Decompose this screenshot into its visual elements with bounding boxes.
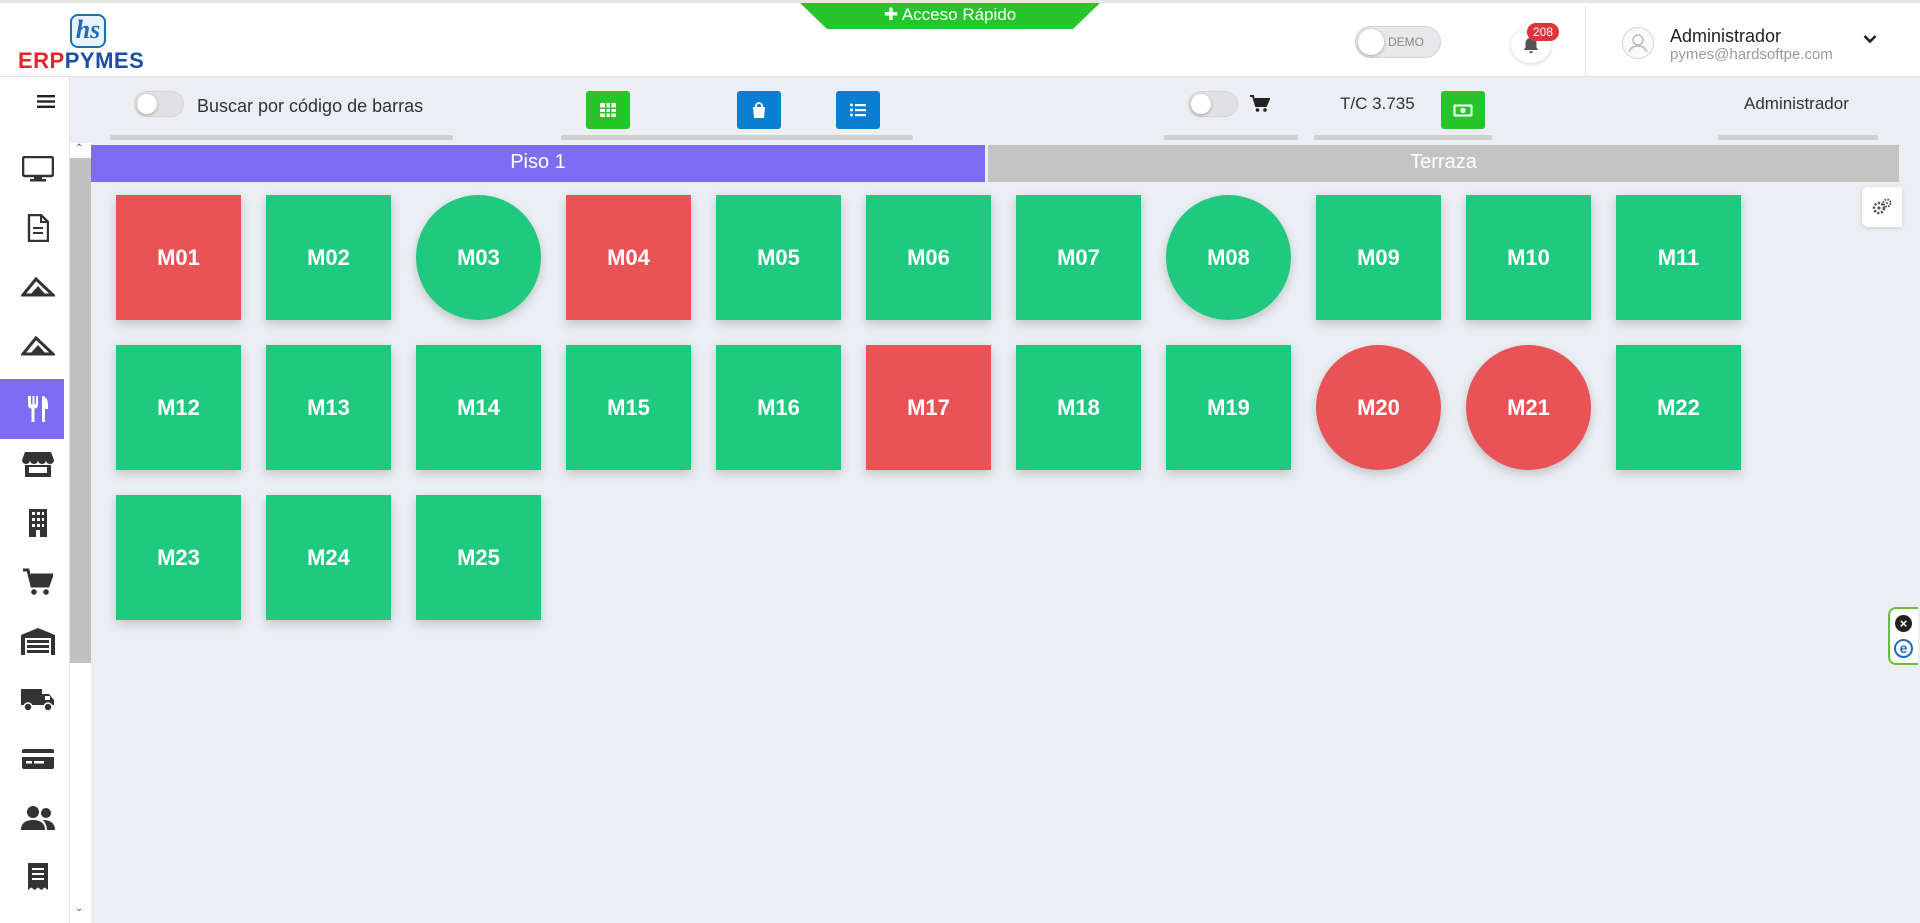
close-circle-icon[interactable]: × (1895, 615, 1912, 632)
sidebar (0, 77, 70, 923)
demo-toggle-label: DEMO (1388, 35, 1424, 49)
demo-toggle-knob (1358, 29, 1384, 55)
tab-piso-1[interactable]: Piso 1 (91, 145, 985, 182)
table-m12[interactable]: M12 (116, 345, 241, 470)
barcode-underline (110, 135, 453, 140)
barcode-search-label: Buscar por código de barras (197, 96, 424, 116)
table-m13[interactable]: M13 (266, 345, 391, 470)
header-divider (1585, 6, 1586, 79)
user-avatar-icon (1628, 34, 1648, 53)
table-m16[interactable]: M16 (716, 345, 841, 470)
logo-wordmark: ERPPYMES (18, 48, 144, 74)
table-m10[interactable]: M10 (1466, 195, 1591, 320)
table-m23[interactable]: M23 (116, 495, 241, 620)
chevron-down-icon[interactable] (1863, 34, 1877, 44)
document-icon[interactable] (20, 211, 56, 245)
logo-hs-mark: hs (70, 14, 106, 48)
logo-pymes-text: PYMES (64, 48, 145, 73)
takeaway-bag-button[interactable] (737, 91, 781, 129)
table-m20[interactable]: M20 (1316, 345, 1441, 470)
sidebar-scrollbar[interactable]: ⌃ ⌄ (70, 143, 91, 923)
table-m22[interactable]: M22 (1616, 345, 1741, 470)
logo-erp-text: ERP (18, 48, 65, 73)
table-m19[interactable]: M19 (1166, 345, 1291, 470)
sales-icon[interactable] (20, 270, 56, 304)
notification-count-badge: 208 (1527, 23, 1559, 41)
toggle-knob (137, 94, 157, 114)
table-m11[interactable]: M11 (1616, 195, 1741, 320)
scroll-down-arrow-icon[interactable]: ⌄ (75, 903, 83, 914)
user-avatar[interactable] (1622, 27, 1654, 59)
table-m07[interactable]: M07 (1016, 195, 1141, 320)
table-grid-icon (600, 103, 616, 117)
shopping-bag-icon (753, 102, 765, 118)
user-underline (1718, 135, 1878, 140)
list-view-button[interactable] (836, 91, 880, 129)
users-icon[interactable] (20, 801, 56, 835)
table-m01[interactable]: M01 (116, 195, 241, 320)
table-m09[interactable]: M09 (1316, 195, 1441, 320)
scrollbar-thumb[interactable] (70, 158, 91, 663)
receipt-icon[interactable] (20, 860, 56, 894)
table-m17[interactable]: M17 (866, 345, 991, 470)
table-m08[interactable]: M08 (1166, 195, 1291, 320)
erppymes-logo[interactable]: hs ERPPYMES (18, 12, 163, 74)
settings-button[interactable] (1862, 187, 1902, 227)
demo-toggle[interactable]: DEMO (1355, 26, 1441, 58)
money-bill-icon (1453, 104, 1473, 116)
table-m05[interactable]: M05 (716, 195, 841, 320)
cart-icon (1250, 95, 1270, 112)
table-m21[interactable]: M21 (1466, 345, 1591, 470)
restaurant-icon[interactable] (20, 392, 56, 426)
table-m03[interactable]: M03 (416, 195, 541, 320)
exchange-rate-label: T/C 3.735 (1340, 94, 1415, 113)
barcode-search-toggle[interactable] (134, 91, 184, 117)
building-icon[interactable] (20, 506, 56, 540)
top-header: hs ERPPYMES ✚ Acceso Rápido DEMO 208 Adm… (0, 0, 1920, 79)
cart-mode-toggle[interactable] (1188, 91, 1238, 117)
warehouse-icon[interactable] (20, 624, 56, 658)
floating-side-widget: × e (1888, 607, 1918, 665)
hamburger-menu-icon[interactable] (37, 94, 55, 109)
cash-register-button[interactable] (1441, 91, 1485, 129)
store-icon[interactable] (20, 447, 56, 481)
table-m25[interactable]: M25 (416, 495, 541, 620)
purchases-icon[interactable] (20, 329, 56, 363)
gears-icon (1872, 198, 1892, 215)
view-buttons-underline (561, 135, 913, 140)
toggle-knob (1191, 94, 1211, 114)
table-m18[interactable]: M18 (1016, 345, 1141, 470)
card-icon[interactable] (20, 742, 56, 776)
user-name[interactable]: Administrador (1670, 26, 1781, 47)
table-m24[interactable]: M24 (266, 495, 391, 620)
toolbar-user-label: Administrador (1744, 94, 1849, 113)
table-m15[interactable]: M15 (566, 345, 691, 470)
cart-underline (1164, 135, 1298, 140)
tab-terraza[interactable]: Terraza (988, 145, 1899, 182)
quick-access-button[interactable]: ✚ Acceso Rápido (800, 3, 1100, 29)
table-m14[interactable]: M14 (416, 345, 541, 470)
exchange-underline (1314, 135, 1492, 140)
grid-view-button[interactable] (586, 91, 630, 129)
truck-icon[interactable] (20, 683, 56, 717)
user-email: pymes@hardsoftpe.com (1670, 46, 1833, 63)
cart-icon[interactable] (20, 565, 56, 599)
desktop-icon[interactable] (20, 152, 56, 186)
e-circle-icon[interactable]: e (1894, 639, 1913, 658)
table-m02[interactable]: M02 (266, 195, 391, 320)
table-m06[interactable]: M06 (866, 195, 991, 320)
list-icon (850, 103, 866, 117)
scroll-up-arrow-icon[interactable]: ⌃ (75, 143, 83, 154)
table-m04[interactable]: M04 (566, 195, 691, 320)
